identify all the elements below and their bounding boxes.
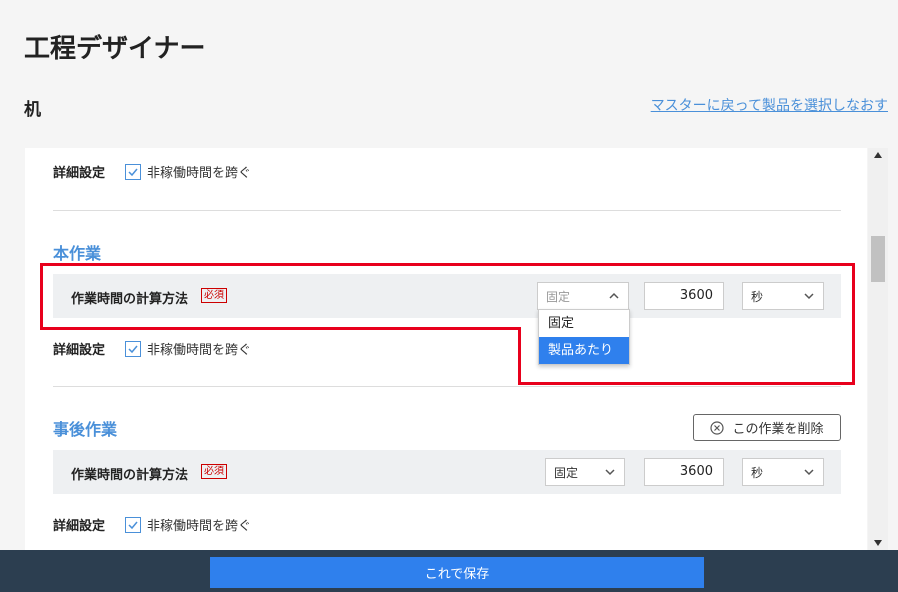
footer-bar: これで保存: [0, 550, 898, 592]
calc-method-value: 固定: [546, 289, 571, 304]
scroll-up-arrow-icon[interactable]: [874, 152, 882, 158]
calc-method-value: 固定: [554, 465, 579, 480]
checkbox-label: 非稼働時間を跨ぐ: [147, 166, 252, 181]
work-time-input[interactable]: 3600: [644, 458, 724, 486]
work-time-input[interactable]: 3600: [644, 282, 724, 310]
non-working-time-checkbox[interactable]: [125, 516, 142, 533]
main-work-title: 本作業: [53, 244, 102, 263]
chevron-down-icon: [804, 293, 814, 300]
check-icon: [128, 168, 138, 176]
calc-method-select[interactable]: 固定: [537, 282, 629, 310]
detail-settings-label: 詳細設定: [53, 519, 106, 534]
time-unit-value: 秒: [751, 465, 764, 480]
post-work-title: 事後作業: [53, 420, 118, 439]
non-working-time-checkbox[interactable]: [125, 163, 142, 180]
time-unit-value: 秒: [751, 289, 764, 304]
checkbox-label: 非稼働時間を跨ぐ: [147, 343, 252, 358]
save-button[interactable]: これで保存: [210, 557, 704, 588]
check-icon: [128, 345, 138, 353]
scroll-down-arrow-icon[interactable]: [874, 540, 882, 546]
calc-method-dropdown: 固定 製品あたり: [538, 309, 630, 365]
divider: [53, 386, 841, 387]
checkbox-label: 非稼働時間を跨ぐ: [147, 519, 252, 534]
time-unit-select[interactable]: 秒: [742, 458, 824, 486]
main-work-detail-row: 詳細設定 非稼働時間を跨ぐ: [53, 339, 251, 358]
page-title: 工程デザイナー: [24, 34, 206, 64]
calc-method-select[interactable]: 固定: [545, 458, 625, 486]
required-badge: 必須: [201, 464, 227, 479]
calc-method-label: 作業時間の計算方法: [71, 468, 189, 483]
detail-settings-label: 詳細設定: [53, 343, 106, 358]
post-work-calc-row: 作業時間の計算方法 必須 固定 3600 秒: [53, 450, 841, 494]
scroll-thumb[interactable]: [871, 236, 885, 282]
calc-method-label: 作業時間の計算方法: [71, 292, 189, 307]
delete-work-label: この作業を削除: [732, 422, 824, 437]
delete-work-button[interactable]: この作業を削除: [693, 414, 841, 441]
non-working-time-checkbox[interactable]: [125, 340, 142, 357]
dropdown-option-per-product[interactable]: 製品あたり: [539, 337, 629, 364]
check-icon: [128, 521, 138, 529]
time-unit-select[interactable]: 秒: [742, 282, 824, 310]
detail-settings-label: 詳細設定: [53, 166, 106, 181]
close-circle-icon: [710, 420, 725, 435]
divider: [53, 210, 841, 211]
work-settings-panel: 詳細設定 非稼働時間を跨ぐ 本作業 作業時間の計算方法 必須 固定 3600 秒…: [25, 148, 867, 550]
required-badge: 必須: [201, 288, 227, 303]
product-name: 机: [24, 100, 41, 120]
post-work-detail-row: 詳細設定 非稼働時間を跨ぐ: [53, 515, 251, 534]
chevron-down-icon: [804, 469, 814, 476]
chevron-up-icon: [609, 292, 619, 299]
dropdown-option-fixed[interactable]: 固定: [539, 310, 629, 337]
chevron-down-icon: [605, 469, 615, 476]
main-work-calc-row: 作業時間の計算方法 必須 固定 3600 秒: [53, 274, 841, 318]
back-to-master-link[interactable]: マスターに戻って製品を選択しなおす: [651, 95, 888, 115]
scrollbar[interactable]: [868, 148, 888, 550]
top-detail-row: 詳細設定 非稼働時間を跨ぐ: [53, 162, 251, 181]
